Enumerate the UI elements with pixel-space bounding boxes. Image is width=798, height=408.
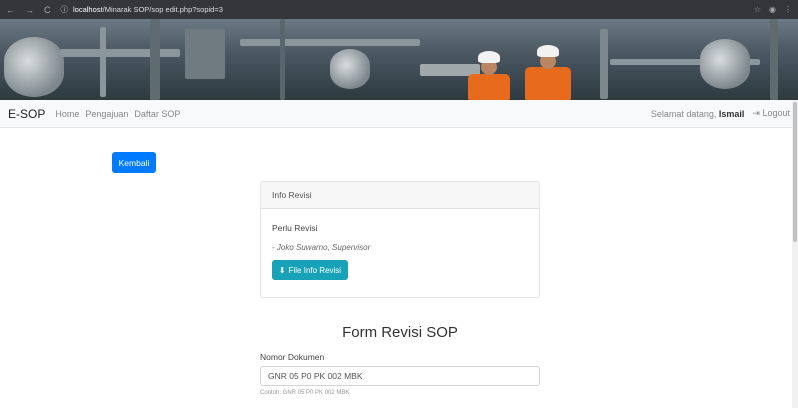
- logout-label: Logout: [762, 108, 790, 118]
- user-name: Ismail: [718, 108, 745, 119]
- nav-link-pengajuan[interactable]: Pengajuan: [85, 109, 128, 119]
- nav-link-home[interactable]: Home: [55, 109, 79, 119]
- info-revisi-card: Info Revisi Perlu Revisi - Joko Suwarno,…: [260, 181, 540, 298]
- page-scrollbar[interactable]: [792, 100, 798, 408]
- url-path: /Minarak SOP/sop edit.php?sopid=3: [102, 5, 223, 14]
- nav-link-daftar-sop[interactable]: Daftar SOP: [134, 109, 180, 119]
- main-navbar: E-SOP Home Pengajuan Daftar SOP Selamat …: [0, 100, 798, 128]
- scrollbar-thumb[interactable]: [793, 102, 797, 242]
- greeting: Selamat datang, Ismail: [651, 109, 745, 119]
- form-title: Form Revisi SOP: [342, 324, 458, 341]
- url-host: localhost: [73, 5, 103, 14]
- back-button[interactable]: Kembali: [112, 152, 156, 173]
- revision-signature: - Joko Suwarno, Supervisor: [272, 243, 371, 252]
- menu-icon[interactable]: ⋮: [784, 5, 792, 14]
- file-info-revisi-button[interactable]: ⬇ File Info Revisi: [272, 260, 348, 280]
- card-header: Info Revisi: [261, 182, 539, 209]
- download-icon: ⬇: [278, 265, 286, 275]
- forward-icon[interactable]: →: [25, 5, 34, 15]
- logout-link[interactable]: ⇥ Logout: [752, 108, 790, 119]
- revision-status: Perlu Revisi: [272, 223, 318, 233]
- logout-icon: ⇥: [752, 108, 760, 118]
- bookmark-star-icon[interactable]: ☆: [754, 5, 761, 14]
- address-bar[interactable]: ⓘ localhost/Minarak SOP/sop edit.php?sop…: [61, 4, 744, 15]
- nomor-dokumen-label: Nomor Dokumen: [260, 352, 325, 362]
- header-banner-image: [0, 19, 798, 100]
- nomor-dokumen-input[interactable]: GNR 05 P0 PK 002 MBK: [260, 366, 540, 386]
- nomor-dokumen-hint: Contoh: GNR 05 P0 PK 002 MBK: [260, 390, 350, 396]
- back-icon[interactable]: ←: [6, 5, 15, 15]
- brand-logo[interactable]: E-SOP: [8, 107, 45, 121]
- info-icon: ⓘ: [60, 5, 69, 14]
- profile-icon[interactable]: ◉: [769, 5, 776, 14]
- greeting-text: Selamat datang,: [650, 108, 717, 119]
- reload-icon[interactable]: C: [44, 5, 51, 15]
- file-button-label: File Info Revisi: [288, 265, 342, 275]
- browser-toolbar: ← → C ⓘ localhost/Minarak SOP/sop edit.p…: [0, 0, 798, 19]
